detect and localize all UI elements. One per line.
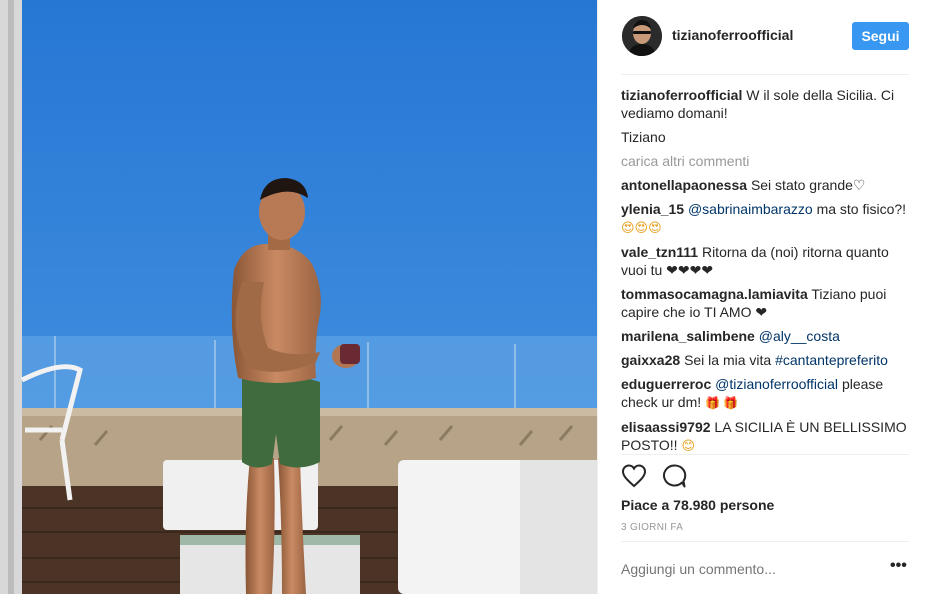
likes-count[interactable]: Piace a 78.980 persone bbox=[621, 497, 774, 513]
caption: tizianoferroofficial W il sole della Sic… bbox=[621, 86, 913, 122]
hearts-emoji: ❤❤❤❤ bbox=[666, 262, 714, 278]
avatar-portrait-icon bbox=[622, 16, 662, 56]
more-options-icon[interactable]: ••• bbox=[890, 556, 910, 576]
smile-emoji: 😊 bbox=[681, 438, 695, 453]
divider bbox=[621, 541, 909, 542]
comment-username[interactable]: marilena_salimbene bbox=[621, 328, 755, 344]
heart-emoji: ❤ bbox=[755, 304, 768, 320]
comment-username[interactable]: elisaassi9792 bbox=[621, 419, 711, 435]
comments-list: tizianoferroofficial W il sole della Sic… bbox=[621, 86, 913, 454]
post-actions bbox=[621, 463, 721, 489]
comment-username[interactable]: antonellapaonessa bbox=[621, 177, 747, 193]
caption-signature: Tiziano bbox=[621, 129, 666, 145]
comment-text: Sei la mia vita bbox=[684, 352, 772, 368]
comment-item: vale_tzn111 Ritorna da (noi) ritorna qua… bbox=[621, 243, 913, 279]
add-comment-input[interactable] bbox=[621, 561, 861, 577]
comment-username[interactable]: eduguerreroc bbox=[621, 376, 711, 392]
post-details-panel: tizianoferroofficial Segui tizianoferroo… bbox=[597, 0, 927, 594]
speech-bubble-icon[interactable] bbox=[661, 463, 687, 489]
comment-item: ylenia_15 @sabrinaimbarazzo ma sto fisic… bbox=[621, 200, 913, 237]
comment-item: tommasocamagna.lamiavita Tiziano puoi ca… bbox=[621, 285, 913, 321]
caption-username[interactable]: tizianoferroofficial bbox=[621, 87, 742, 103]
post-photo bbox=[0, 0, 597, 594]
heart-outline-icon[interactable] bbox=[621, 463, 647, 489]
comment-username[interactable]: tommasocamagna.lamiavita bbox=[621, 286, 808, 302]
comment-item: marilena_salimbene @aly__costa bbox=[621, 327, 913, 345]
comment-mention[interactable]: @tizianoferroofficial bbox=[715, 376, 838, 392]
load-more-comments-link[interactable]: carica altri commenti bbox=[621, 152, 913, 170]
comment-item: elisaassi9792 LA SICILIA È UN BELLISSIMO… bbox=[621, 418, 913, 454]
comment-username[interactable]: gaixxa28 bbox=[621, 352, 680, 368]
post-timestamp[interactable]: 3 GIORNI FA bbox=[621, 522, 683, 533]
gift-emoji: 🎁 🎁 bbox=[705, 396, 739, 410]
avatar[interactable] bbox=[622, 16, 662, 56]
comment-text: Sei stato grande♡ bbox=[750, 177, 866, 193]
comment-hashtag[interactable]: #cantantepreferito bbox=[775, 352, 888, 368]
post-header: tizianoferroofficial Segui bbox=[598, 0, 927, 74]
comment-text: ma sto fisico?! bbox=[816, 201, 907, 217]
comment-mention[interactable]: @sabrinaimbarazzo bbox=[688, 201, 813, 217]
divider bbox=[621, 74, 909, 75]
comment-item: gaixxa28 Sei la mia vita #cantanteprefer… bbox=[621, 351, 913, 369]
username-link[interactable]: tizianoferroofficial bbox=[672, 27, 793, 43]
comment-item: eduguerreroc @tizianoferroofficial pleas… bbox=[621, 375, 913, 412]
divider bbox=[621, 454, 909, 455]
comment-username[interactable]: ylenia_15 bbox=[621, 201, 684, 217]
follow-button[interactable]: Segui bbox=[852, 22, 909, 50]
comment-item: antonellapaonessa Sei stato grande♡ bbox=[621, 176, 913, 194]
heart-eyes-emoji: 😍😍😍 bbox=[621, 220, 662, 235]
comment-mention[interactable]: @aly__costa bbox=[759, 328, 840, 344]
rooftop-photo bbox=[0, 0, 597, 594]
comment-username[interactable]: vale_tzn111 bbox=[621, 244, 698, 260]
